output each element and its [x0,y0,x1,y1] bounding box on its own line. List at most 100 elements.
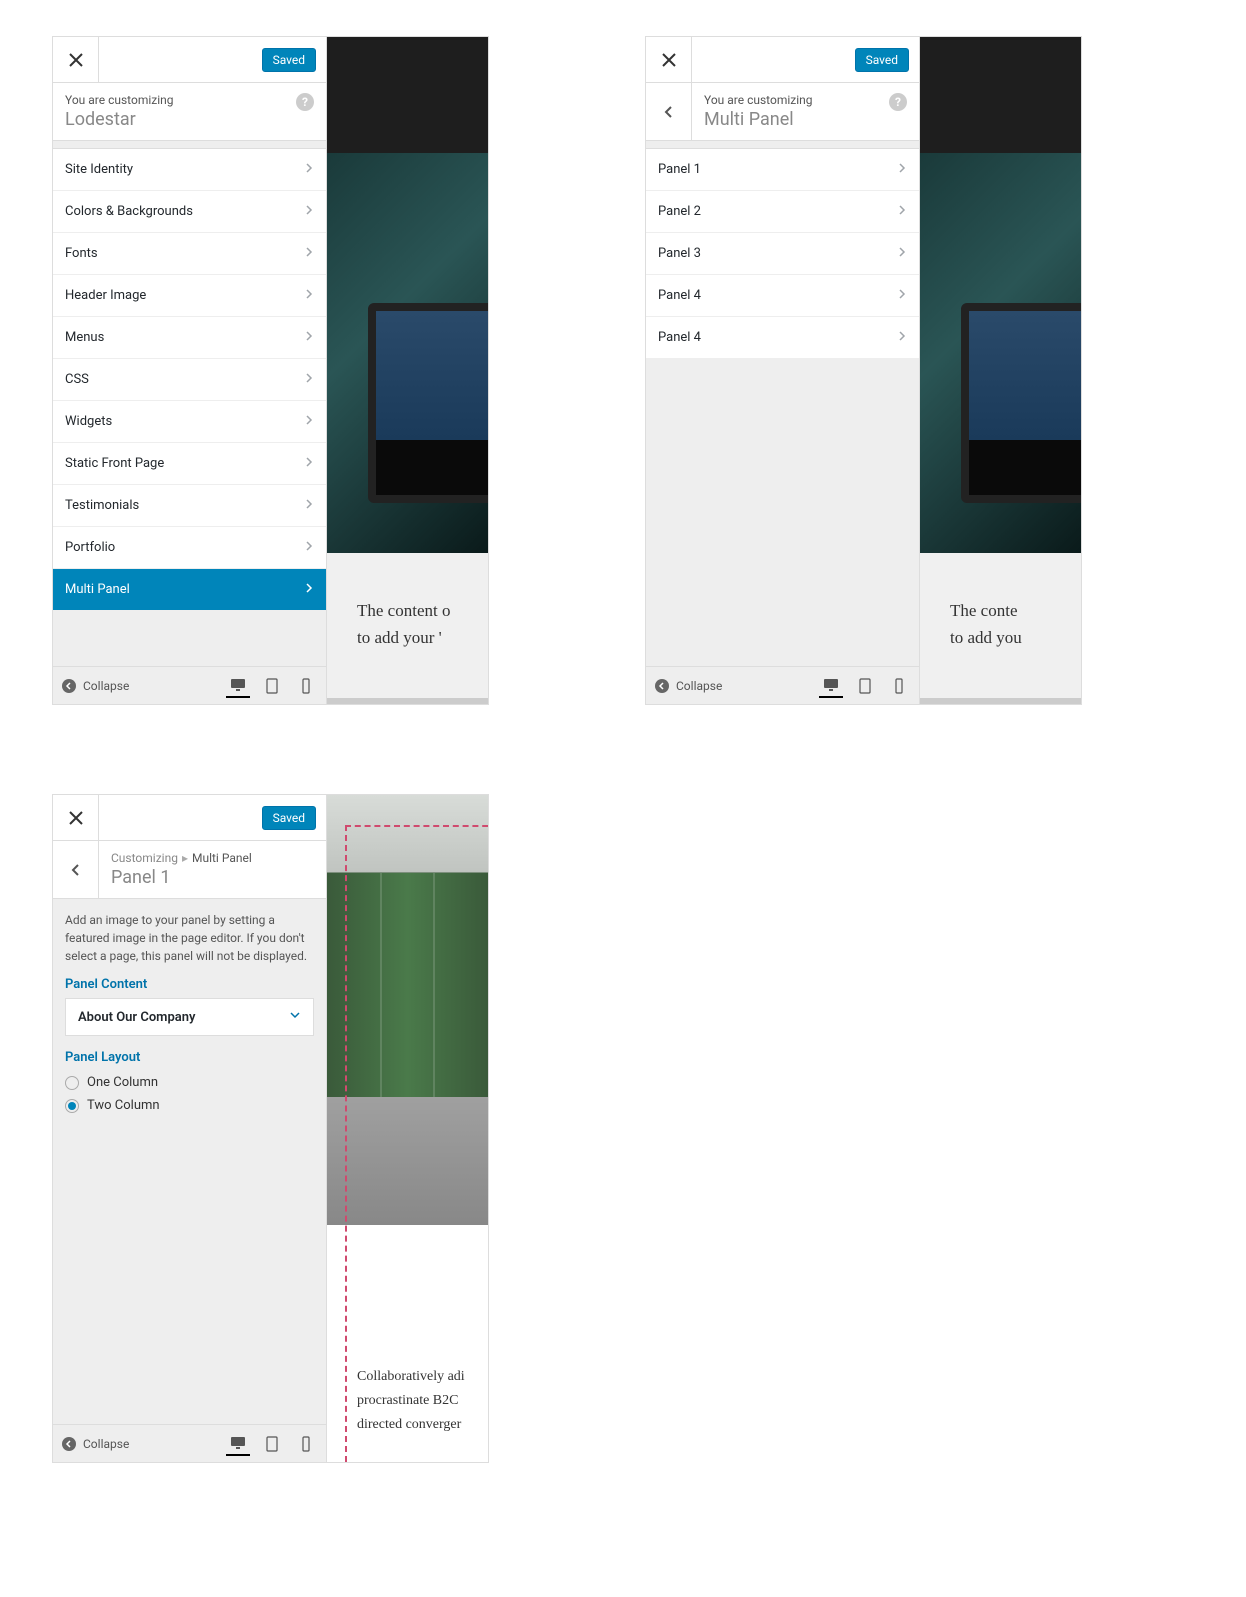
tablet-icon [264,1436,280,1452]
menu-item[interactable]: Panel 2 [646,191,919,233]
close-icon [69,811,83,825]
preview-text-line: procrastinate B2C [357,1389,465,1413]
device-mobile-button[interactable] [294,1432,318,1456]
device-desktop-button[interactable] [819,674,843,698]
layout-radio[interactable]: One Column [53,1071,326,1094]
mobile-icon [298,678,314,694]
customizer-menu: Site Identity Colors & Backgrounds Fonts He… [53,149,326,611]
radio-label: Two Column [87,1098,160,1113]
customizer-multipanel: Saved You are customizing Multi Panel ? … [645,36,1082,705]
menu-item-label: Fonts [65,246,98,261]
layout-radio[interactable]: Two Column [53,1094,326,1117]
customizing-label: You are customizing [65,93,314,107]
menu-item[interactable]: Colors & Backgrounds [53,191,326,233]
menu-item[interactable]: Panel 1 [646,149,919,191]
back-button[interactable] [646,83,692,140]
menu-item-label: Panel 2 [658,204,701,219]
preview-text-line: Collaboratively adi [357,1365,465,1389]
device-tablet-button[interactable] [853,674,877,698]
device-desktop-button[interactable] [226,674,250,698]
chevron-right-icon [897,204,907,219]
menu-item[interactable]: Multi Panel [53,569,326,611]
collapse-label: Collapse [676,679,722,693]
preview-text-line: to add you [950,624,1022,651]
radio-icon [65,1076,79,1090]
menu-item[interactable]: Fonts [53,233,326,275]
menu-item-label: Panel 1 [658,162,701,177]
menu-item[interactable]: Site Identity [53,149,326,191]
menu-item-label: CSS [65,372,89,387]
close-icon [69,53,83,67]
saved-button[interactable]: Saved [262,806,316,830]
help-icon[interactable]: ? [296,93,314,111]
breadcrumb: Customizing▸Multi Panel [111,851,314,865]
customizer-root-panel: Saved You are customizing Lodestar ? Sit… [52,36,489,705]
chevron-right-icon [304,540,314,555]
menu-item[interactable]: Portfolio [53,527,326,569]
mobile-icon [298,1436,314,1452]
chevron-right-icon [304,582,314,597]
back-button[interactable] [53,841,99,898]
chevron-right-icon [897,246,907,261]
menu-item-label: Panel 4 [658,330,701,345]
menu-item[interactable]: Menus [53,317,326,359]
device-desktop-button[interactable] [226,1432,250,1456]
close-button[interactable] [646,37,692,83]
panel-content-select[interactable]: About Our Company [65,998,314,1036]
chevron-right-icon [897,330,907,345]
device-mobile-button[interactable] [887,674,911,698]
section-title: Panel 1 [111,867,314,888]
chevron-right-icon [304,246,314,261]
chevron-right-icon [304,162,314,177]
chevron-right-icon [304,330,314,345]
customizing-label: You are customizing [704,93,907,107]
menu-item[interactable]: Testimonials [53,485,326,527]
menu-item-label: Panel 4 [658,288,701,303]
help-icon[interactable]: ? [889,93,907,111]
collapse-label: Collapse [83,1437,129,1451]
menu-item-label: Testimonials [65,498,139,513]
chevron-right-icon [304,456,314,471]
preview-pane: The content o to add your ' [327,37,488,704]
breadcrumb-parent: Multi Panel [192,851,252,865]
customizer-sidebar: Saved You are customizing Lodestar ? Sit… [53,37,327,704]
saved-button[interactable]: Saved [262,48,316,72]
close-button[interactable] [53,795,99,841]
menu-item-label: Portfolio [65,540,115,555]
desktop-icon [230,1435,246,1451]
menu-item-label: Colors & Backgrounds [65,204,193,219]
device-tablet-button[interactable] [260,674,284,698]
close-button[interactable] [53,37,99,83]
chevron-right-icon [304,204,314,219]
panel-menu: Panel 1 Panel 2 Panel 3 Panel 4 Panel 4 [646,149,919,359]
collapse-button[interactable]: Collapse [654,678,722,694]
collapse-button[interactable]: Collapse [61,678,129,694]
preview-text-line: The content o [357,597,450,624]
radio-icon [65,1099,79,1113]
device-mobile-button[interactable] [294,674,318,698]
breadcrumb-root: Customizing [111,851,178,865]
chevron-right-icon [897,162,907,177]
chevron-right-icon [304,288,314,303]
menu-item[interactable]: Widgets [53,401,326,443]
tablet-icon [264,678,280,694]
panel-description: Add an image to your panel by setting a … [53,899,326,977]
chevron-left-icon [662,105,676,119]
device-tablet-button[interactable] [260,1432,284,1456]
menu-item[interactable]: Panel 4 [646,275,919,317]
chevron-right-icon [304,498,314,513]
preview-pane: Collaboratively adi procrastinate B2C di… [327,795,488,1462]
radio-label: One Column [87,1075,158,1090]
preview-text-line: to add your ' [357,624,450,651]
customizer-panel-config: Saved Customizing▸Multi Panel Panel 1 Ad… [52,794,489,1463]
menu-item[interactable]: Header Image [53,275,326,317]
menu-item-label: Panel 3 [658,246,701,261]
menu-item[interactable]: CSS [53,359,326,401]
chevron-left-icon [69,863,83,877]
menu-item[interactable]: Static Front Page [53,443,326,485]
menu-item[interactable]: Panel 3 [646,233,919,275]
collapse-button[interactable]: Collapse [61,1436,129,1452]
select-value: About Our Company [78,1010,196,1025]
menu-item[interactable]: Panel 4 [646,317,919,359]
saved-button[interactable]: Saved [855,48,909,72]
